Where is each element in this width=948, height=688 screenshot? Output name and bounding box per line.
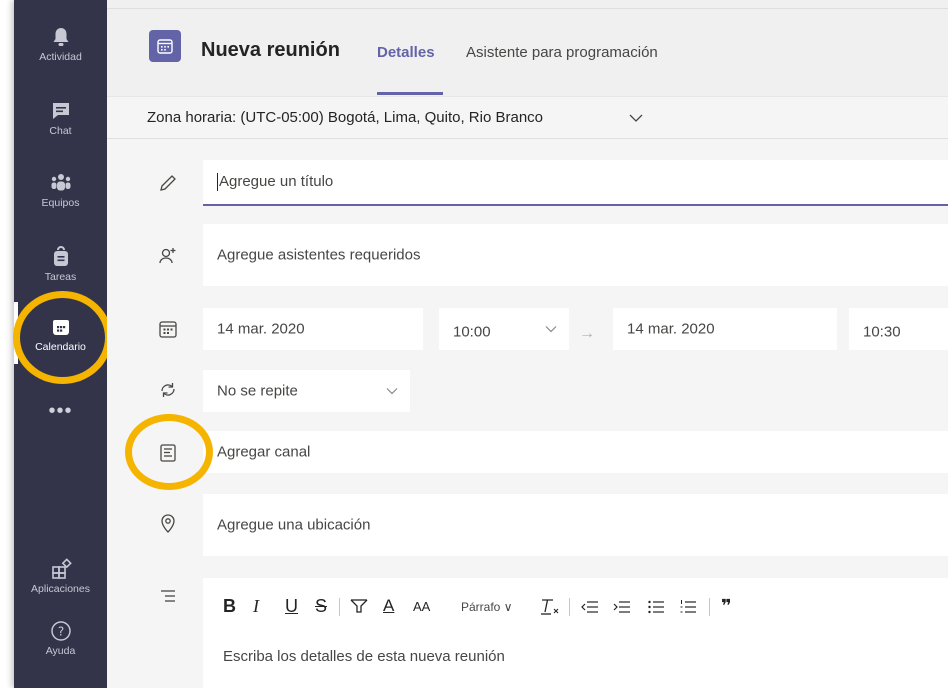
end-time-value: 10:30 [863,323,901,341]
details-placeholder: Escriba los detalles de esta nueva reuni… [223,648,505,665]
font-size-button[interactable]: AA [413,599,430,614]
highlight-icon[interactable] [349,598,369,616]
location-pin-icon [161,514,175,533]
start-date-input[interactable]: 14 mar. 2020 [203,308,423,350]
apps-icon [51,558,72,579]
toolbar-separator [709,598,710,616]
quote-button[interactable]: ❞ [721,596,732,617]
sidebar-item-label: Aplicaciones [31,583,90,595]
end-date-input[interactable]: 14 mar. 2020 [613,308,837,350]
title-input[interactable]: Agregue un título [203,160,948,206]
bold-button[interactable]: B [223,596,236,617]
end-date-value: 14 mar. 2020 [627,320,715,338]
divider [107,138,948,139]
chevron-down-icon [629,114,643,122]
sidebar-item-chat[interactable]: Chat [14,100,107,162]
timezone-label: Zona horaria: (UTC-05:00) Bogotá, Lima, … [147,109,544,126]
app-bar: Actividad Chat Equipos Tareas Calendario… [14,0,107,688]
location-placeholder: Agregue una ubicación [217,516,371,534]
start-time-select[interactable]: 10:00 [439,308,569,350]
title-placeholder: Agregue un título [219,172,334,190]
repeat-icon [161,383,175,397]
text-caret [217,173,218,192]
start-date-value: 14 mar. 2020 [217,320,305,338]
channel-placeholder: Agregar canal [217,443,311,461]
tab-asistente-programacion[interactable]: Asistente para programación [466,44,658,61]
recurrence-value: No se repite [217,382,298,400]
tasks-icon [53,246,68,266]
strikethrough-button[interactable]: S [315,596,327,617]
chat-icon [52,103,69,119]
page-title: Nueva reunión [201,39,340,61]
window-edge [0,0,14,688]
sidebar-item-label: Chat [49,125,72,137]
font-color-button[interactable]: A [383,596,394,616]
more-apps-button[interactable]: ••• [14,401,107,421]
teams-window: Actividad Chat Equipos Tareas Calendario… [0,0,948,688]
calendar-icon [52,320,69,335]
add-channel-input[interactable]: Agregar canal [203,431,948,473]
recurrence-select[interactable]: No se repite [203,370,410,412]
details-editor[interactable]: B I U S A AA Párrafo ∨ ❞ Escriba los det… [203,578,948,688]
svg-text:?: ? [57,625,63,639]
toolbar-separator [569,598,570,616]
chevron-down-icon [545,326,557,333]
numbered-list-icon[interactable] [679,599,697,615]
required-attendees-input[interactable]: Agregue asistentes requeridos [203,224,948,286]
sidebar-item-label: Ayuda [45,645,76,657]
new-meeting-pane: Nueva reunión Detalles Asistente para pr… [107,0,948,688]
sidebar-item-actividad[interactable]: Actividad [14,26,107,88]
chevron-down-icon [386,388,398,395]
location-input[interactable]: Agregue una ubicación [203,494,948,556]
start-time-value: 10:00 [453,323,491,341]
sidebar-item-label: Calendario [35,341,86,353]
channel-icon [160,444,176,462]
timezone-selector[interactable]: Zona horaria: (UTC-05:00) Bogotá, Lima, … [107,96,948,139]
bulleted-list-icon[interactable] [647,599,665,615]
title-placeholder-wrap: Agregue un título [217,172,334,192]
sidebar-item-label: Equipos [41,197,80,209]
pencil-icon [160,175,176,191]
tab-detalles[interactable]: Detalles [377,44,435,61]
end-time-select[interactable]: 10:30 [849,308,948,350]
paragraph-label: Párrafo [461,600,501,614]
calendar-icon [159,321,177,338]
bell-icon [53,28,68,46]
sidebar-item-calendario[interactable]: Calendario [14,316,107,378]
sidebar-item-aplicaciones[interactable]: Aplicaciones [14,558,107,620]
teams-icon [51,174,70,191]
attendees-placeholder: Agregue asistentes requeridos [217,246,421,264]
sidebar-item-tareas[interactable]: Tareas [14,246,107,308]
toolbar-separator [339,598,340,616]
calendar-icon [157,39,173,54]
sidebar-item-equipos[interactable]: Equipos [14,172,107,234]
add-person-icon [159,248,176,264]
arrow-right-icon: → [579,325,595,342]
header-top-rule [107,8,948,9]
active-tab-underline [377,92,443,95]
sidebar-item-label: Tareas [44,271,77,283]
sidebar-item-label: Actividad [39,51,82,63]
details-list-icon [161,590,175,602]
clear-formatting-icon[interactable] [539,598,561,616]
decrease-indent-icon[interactable] [581,599,599,615]
chevron-down-icon: ∨ [503,600,513,614]
help-icon: ? [50,621,71,641]
header: Nueva reunión Detalles Asistente para pr… [107,0,948,96]
paragraph-select[interactable]: Párrafo ∨ [461,600,513,614]
sidebar-item-ayuda[interactable]: ? Ayuda [14,620,107,682]
underline-button[interactable]: U [285,596,298,617]
italic-button[interactable]: I [253,596,259,617]
increase-indent-icon[interactable] [613,599,631,615]
meeting-badge [149,30,181,62]
